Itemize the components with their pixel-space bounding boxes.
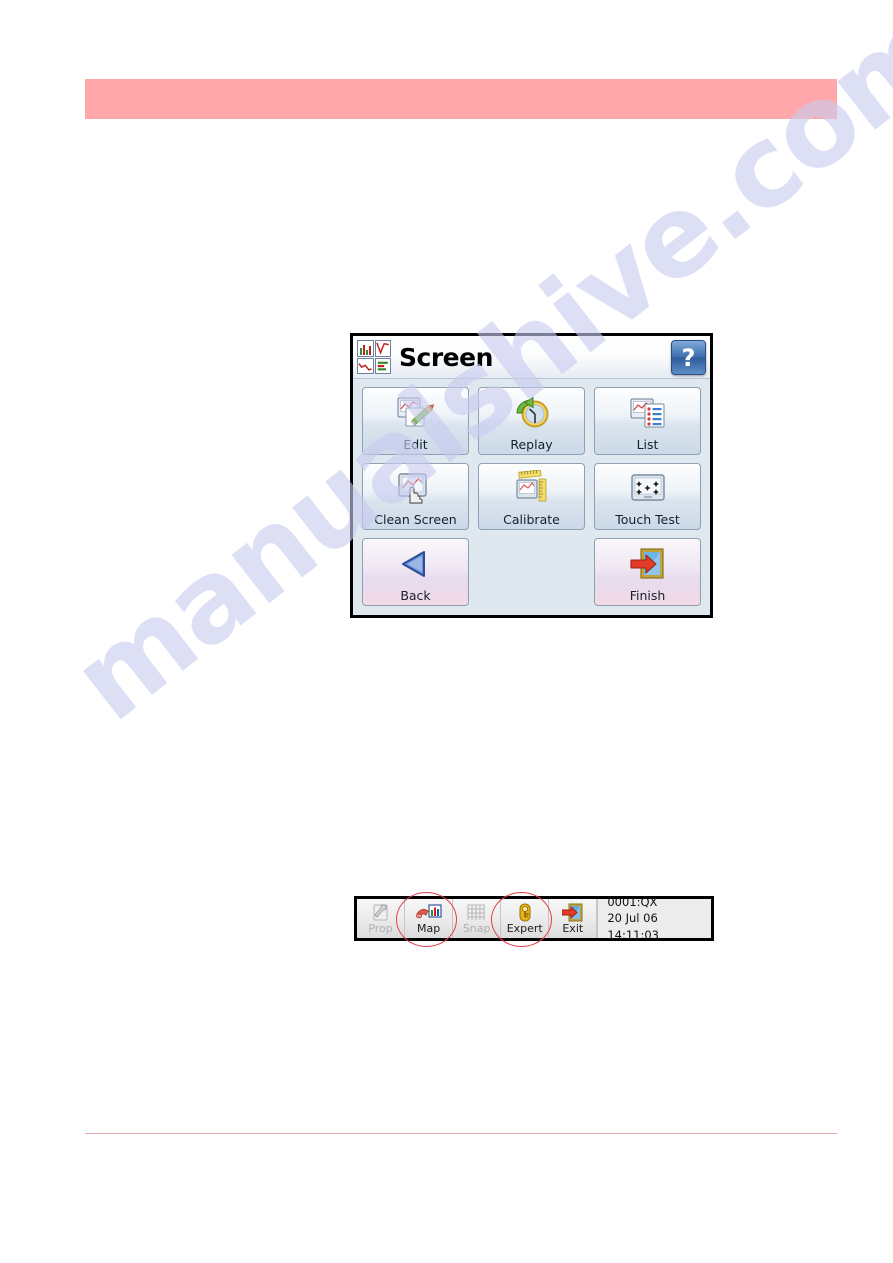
- tile-label: Clean Screen: [374, 512, 457, 528]
- list-chart-icon: [595, 388, 700, 438]
- toolbar-datetime-line: 20 Jul 06 14:11:03: [607, 911, 659, 942]
- snap-grid-icon: [467, 903, 486, 922]
- tile-clean-screen[interactable]: Clean Screen: [362, 462, 469, 531]
- screen-dialog: Screen ? Edit Replay List Clean Screen C…: [350, 333, 713, 618]
- device-toolbar: Prop Map Snap Expert Exit 0001:QX 20 Jul…: [354, 895, 714, 942]
- toolbar-button-exit[interactable]: Exit: [549, 899, 598, 938]
- four-chart-quadrant-icon: [357, 340, 391, 374]
- tile-edit[interactable]: Edit: [362, 387, 469, 455]
- tile-replay[interactable]: Replay: [478, 387, 585, 455]
- toolbar-info-panel: 0001:QX 20 Jul 06 14:11:03: [597, 895, 712, 942]
- tile-label: Finish: [629, 587, 666, 603]
- toolbar-label: Prop: [368, 922, 393, 935]
- expert-key-icon: [518, 903, 532, 922]
- toolbar-label: Exit: [562, 922, 584, 935]
- toolbar-label: Snap: [462, 922, 491, 935]
- properties-wrench-icon: [371, 903, 391, 922]
- dialog-title: Screen: [399, 342, 493, 372]
- finish-exit-door-icon: [595, 539, 700, 589]
- toolbar-label: Map: [416, 922, 441, 935]
- toolbar-id-line: 0001:QX: [607, 894, 658, 909]
- toolbar-button-map[interactable]: Map: [405, 899, 454, 938]
- back-triangle-icon: [363, 539, 468, 589]
- clean-screen-hand-icon: [363, 464, 468, 514]
- dialog-tile-grid: Edit Replay List Clean Screen Calibrate …: [353, 379, 710, 615]
- page-footer-rule: [85, 1133, 837, 1134]
- toolbar-button-snap[interactable]: Snap: [453, 899, 502, 938]
- tile-label: Replay: [510, 436, 553, 452]
- edit-chart-pencil-icon: [363, 388, 468, 438]
- dialog-titlebar: Screen ?: [353, 336, 710, 379]
- map-chart-icon: [415, 903, 442, 922]
- replay-clock-arrow-icon: [479, 388, 584, 438]
- tile-empty-slot: [478, 538, 585, 606]
- tile-back[interactable]: Back: [362, 538, 469, 606]
- tile-list[interactable]: List: [594, 387, 701, 455]
- toolbar-label: Expert: [506, 922, 543, 935]
- toolbar-button-expert[interactable]: Expert: [501, 899, 550, 938]
- tile-label: Edit: [403, 436, 428, 452]
- tile-label: Back: [400, 587, 431, 603]
- toolbar-button-prop[interactable]: Prop: [357, 899, 406, 938]
- tile-label: Calibrate: [503, 512, 560, 528]
- tile-calibrate[interactable]: Calibrate: [478, 462, 585, 531]
- touch-test-dots-icon: [595, 464, 700, 514]
- tile-touch-test[interactable]: Touch Test: [594, 462, 701, 531]
- tile-finish[interactable]: Finish: [594, 538, 701, 606]
- page-header-band: [85, 79, 837, 119]
- exit-door-arrow-icon: [562, 903, 583, 922]
- tile-label: List: [636, 436, 659, 452]
- calibrate-ruler-icon: [479, 464, 584, 514]
- help-button[interactable]: ?: [671, 340, 706, 375]
- tile-label: Touch Test: [615, 512, 680, 528]
